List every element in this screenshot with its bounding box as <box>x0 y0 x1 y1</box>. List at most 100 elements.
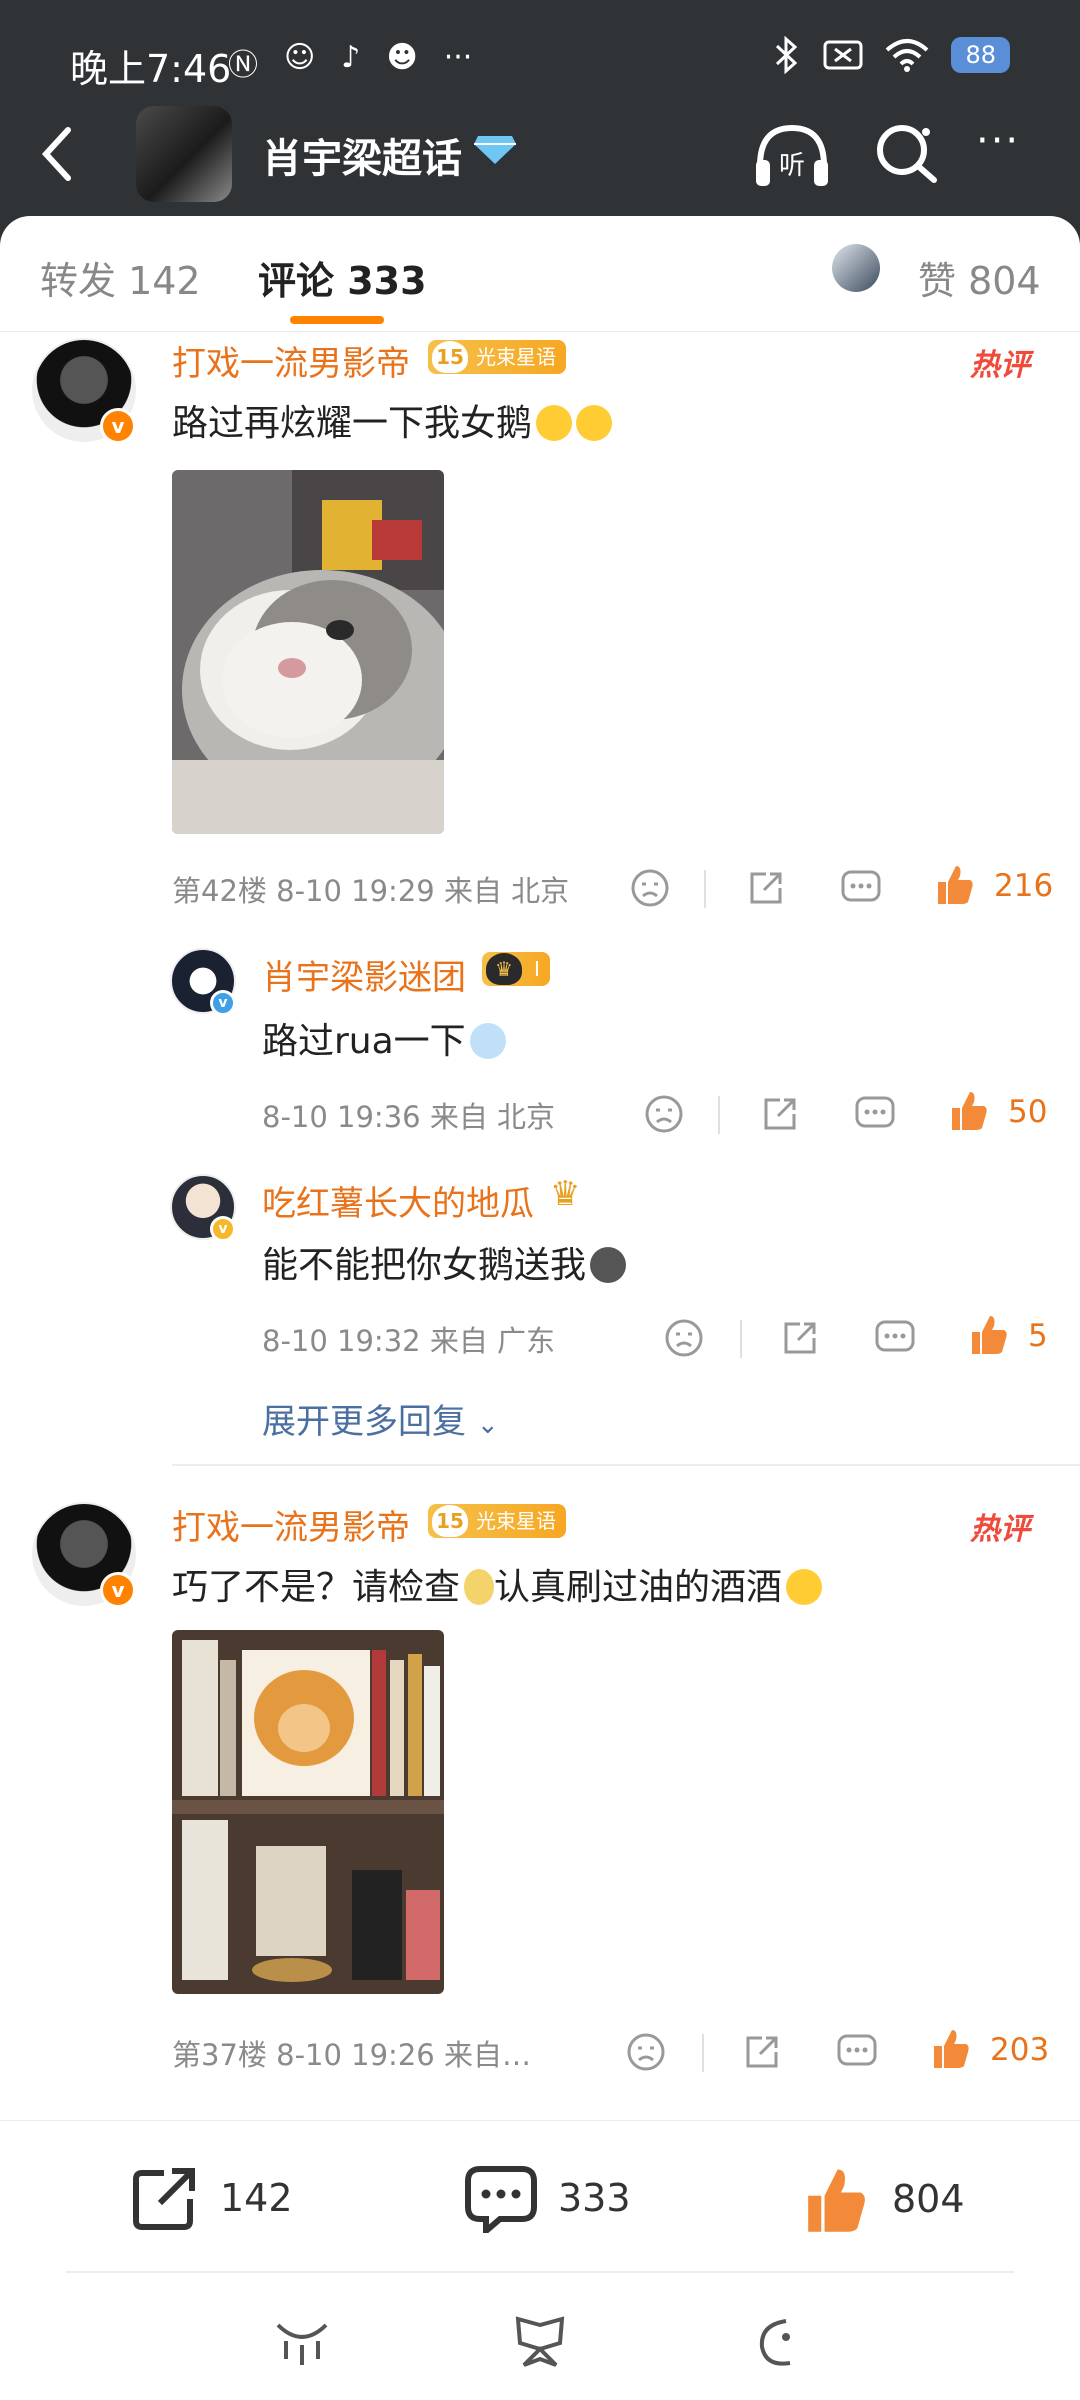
comment-button[interactable]: 333 <box>464 2163 631 2233</box>
divider <box>702 2034 704 2072</box>
more-notifications-icon: ··· <box>443 40 473 75</box>
tab-bar: 转发 142 评论 333 赞 804 <box>0 216 1080 332</box>
cat-emoji-icon <box>469 1023 506 1059</box>
comment-icon[interactable] <box>874 1318 916 1358</box>
like-thumb-icon[interactable] <box>948 1088 990 1132</box>
comment-text-part-1: 巧了不是？请检查 <box>172 1567 461 1608</box>
blush-emoji-icon <box>576 405 613 441</box>
nav-bar: 肖宇梁超话 听 ··· <box>0 100 1080 210</box>
tab-likes[interactable]: 赞 804 <box>918 250 1041 305</box>
comment-icon[interactable] <box>840 868 882 908</box>
reply-text: 能不能把你女鹅送我 <box>262 1236 627 1288</box>
nav-home-icon[interactable] <box>510 2315 570 2371</box>
comment-author-name[interactable]: 打戏一流男影帝 <box>172 336 410 385</box>
status-notification-icons: Ⓝ ☺ ♪ ☻ ··· <box>228 40 472 84</box>
fan-level-number: 15 <box>432 341 468 373</box>
more-menu-icon[interactable]: ··· <box>976 118 1020 164</box>
listen-icon[interactable]: 听 <box>752 120 832 190</box>
like-count: 203 <box>990 2032 1050 2068</box>
comment-divider <box>172 1464 1080 1466</box>
blush-emoji-icon <box>786 1569 823 1605</box>
comment-icon[interactable] <box>854 1094 896 1134</box>
expand-more-replies[interactable]: 展开更多回复 ⌄ <box>262 1394 499 1443</box>
fan-level-number: 15 <box>432 1505 468 1537</box>
comment-text: 路过再炫耀一下我女鹅 <box>172 394 613 446</box>
share-icon[interactable] <box>780 1318 820 1358</box>
like-count: 5 <box>1028 1318 1048 1354</box>
search-icon[interactable] <box>872 118 942 188</box>
app-notification-icon-2: ☻ <box>386 40 418 75</box>
comment-bubble-icon <box>465 2166 537 2233</box>
nav-menu-icon[interactable] <box>272 2315 332 2371</box>
repost-icon <box>133 2168 195 2230</box>
like-thumb-icon[interactable] <box>934 862 976 906</box>
expand-more-replies-label: 展开更多回复 <box>262 1402 466 1442</box>
repost-button[interactable]: 142 <box>130 2163 293 2233</box>
member-level-label: I <box>534 957 540 981</box>
app-notification-icon: ☺ <box>284 40 316 75</box>
verified-v-badge: v <box>100 1572 136 1608</box>
member-crown-badge[interactable]: ♛ I <box>482 952 550 986</box>
comment-text: 巧了不是？请检查 认真刷过油的酒酒 <box>172 1558 823 1610</box>
dislike-face-icon[interactable] <box>644 1094 684 1134</box>
status-time: 晚上7:46 <box>70 47 232 91</box>
tab-repost[interactable]: 转发 142 <box>40 250 201 305</box>
like-thumb-large-icon <box>808 2169 865 2232</box>
reply-meta: 8-10 19:36 来自 北京 <box>262 1100 556 1134</box>
cat-photo-illustration <box>172 470 444 834</box>
bluetooth-icon <box>776 36 798 74</box>
chevron-down-icon: ⌄ <box>476 1410 499 1440</box>
battery-indicator: 88 <box>951 37 1010 73</box>
tiktok-icon: ♪ <box>341 40 361 75</box>
bottom-action-bar: 142 333 804 <box>0 2120 1080 2400</box>
comment-icon[interactable] <box>836 2032 878 2072</box>
status-right: 88 <box>773 36 1010 74</box>
reply-author-name[interactable]: 吃红薯长大的地瓜 <box>262 1176 534 1225</box>
active-tab-indicator <box>290 316 384 324</box>
verified-v-badge: v <box>210 990 236 1016</box>
top-header: 晚上7:46 Ⓝ ☺ ♪ ☻ ··· 88 肖宇梁超话 听 ··· <box>0 0 1080 250</box>
nav-back-icon[interactable] <box>750 2315 810 2371</box>
dislike-face-icon[interactable] <box>630 868 670 908</box>
blush-emoji-icon <box>536 405 573 441</box>
share-icon[interactable] <box>760 1094 800 1134</box>
fan-level-badge[interactable]: 15 光束星语 <box>428 340 566 374</box>
comment-image[interactable] <box>172 1630 444 1994</box>
like-count-total: 804 <box>892 2177 965 2221</box>
back-arrow-icon[interactable] <box>38 124 78 184</box>
fan-level-label: 光束星语 <box>476 1509 556 1533</box>
divider <box>718 1096 720 1134</box>
verified-v-badge: v <box>210 1216 236 1242</box>
comment-meta: 第37楼 8-10 19:26 来自… <box>172 2038 531 2072</box>
wifi-icon <box>886 39 929 72</box>
dislike-face-icon[interactable] <box>664 1318 704 1358</box>
divider <box>704 870 706 908</box>
comment-image[interactable] <box>172 470 444 834</box>
reply-author-name[interactable]: 肖宇梁影迷团 <box>262 950 466 999</box>
dislike-face-icon[interactable] <box>626 2032 666 2072</box>
share-icon[interactable] <box>746 868 786 908</box>
topic-title[interactable]: 肖宇梁超话 <box>262 126 462 184</box>
verified-diamond-icon <box>474 136 516 164</box>
share-icon[interactable] <box>742 2032 782 2072</box>
hot-comment-badge: 热评 <box>970 1512 1030 1547</box>
verified-v-badge: v <box>100 408 136 444</box>
cat-emoji-icon <box>590 1247 627 1283</box>
divider <box>740 1320 742 1358</box>
comment-count: 333 <box>558 2176 631 2220</box>
like-thumb-icon[interactable] <box>930 2026 972 2070</box>
tab-comments[interactable]: 评论 333 <box>258 250 427 305</box>
liker-avatar[interactable] <box>832 244 880 292</box>
fan-level-badge[interactable]: 15 光束星语 <box>428 1504 566 1538</box>
crown-badge-icon: ♛ <box>550 1174 581 1214</box>
comment-meta: 第42楼 8-10 19:29 来自 北京 <box>172 874 570 908</box>
fan-level-label: 光束星语 <box>476 345 556 369</box>
reply-text-content: 路过rua一下 <box>262 1021 466 1062</box>
like-thumb-icon[interactable] <box>968 1312 1010 1356</box>
like-button[interactable]: 804 <box>800 2163 965 2235</box>
comment-author-name[interactable]: 打戏一流男影帝 <box>172 1500 410 1549</box>
svg-text:听: 听 <box>779 151 805 181</box>
reply-meta: 8-10 19:32 来自 广东 <box>262 1324 556 1358</box>
topic-avatar[interactable] <box>136 106 232 202</box>
reply-text: 路过rua一下 <box>262 1012 506 1064</box>
